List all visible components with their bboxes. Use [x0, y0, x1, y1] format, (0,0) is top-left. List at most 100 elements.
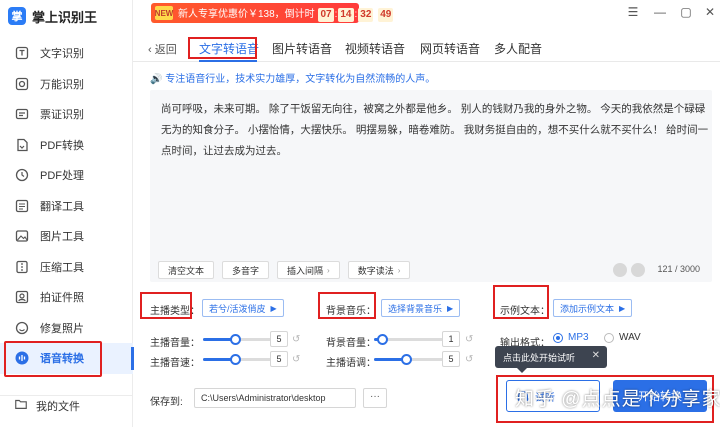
promo-message: 新人专享优惠价￥138，倒计时	[178, 8, 315, 20]
tab-multi-voice[interactable]: 多人配音	[494, 40, 542, 57]
format-wav-label: WAV	[619, 332, 641, 343]
sidebar-item[interactable]: PDF转换	[0, 130, 133, 161]
sidebar: 掌 掌上识别王 文字识别万能识别票证识别 PDF转换 PDF处理翻译工具图片工具压缩…	[0, 0, 134, 427]
reset-icon[interactable]: ↺	[465, 354, 476, 365]
translate-icon	[14, 198, 30, 214]
format-wav-radio[interactable]: WAV	[604, 332, 641, 343]
back-button[interactable]: ‹ 返回	[148, 41, 177, 57]
volume-value[interactable]: 5	[270, 331, 288, 347]
promo-badge: NEW	[155, 6, 173, 20]
speed-value[interactable]: 5	[270, 351, 288, 367]
minimize-icon[interactable]: —	[652, 4, 668, 20]
reset-icon[interactable]: ↺	[465, 334, 476, 345]
tab-text-to-speech[interactable]: 文字转语音	[199, 40, 259, 57]
voice-type-value: 若兮/活泼俏皮	[209, 303, 266, 314]
sidebar-nav: 文字识别万能识别票证识别 PDF转换 PDF处理翻译工具图片工具压缩工具拍证件照修复…	[0, 38, 134, 374]
sidebar-item-label: 拍证件照	[40, 292, 84, 305]
pitch-label: 主播语调：	[326, 358, 376, 369]
preview-button[interactable]: 试听	[506, 380, 600, 412]
sidebar-item-label: PDF转换	[40, 139, 84, 152]
editor-tool-button[interactable]: 插入间隔 ›	[277, 261, 340, 279]
editor-tool-button[interactable]: 多音字	[222, 261, 270, 279]
sidebar-item[interactable]: 语音转换	[0, 343, 134, 374]
tab-webpage-to-speech[interactable]: 网页转语音	[420, 40, 480, 57]
sample-text-button[interactable]: 添加示例文本 ▶	[553, 299, 633, 317]
sidebar-item[interactable]: 翻译工具	[0, 191, 133, 222]
pitch-value[interactable]: 5	[442, 351, 460, 367]
volume-label: 主播音量：	[150, 338, 200, 349]
undo-icon[interactable]	[613, 263, 627, 277]
sidebar-item[interactable]: 图片工具	[0, 221, 133, 252]
bgm-select[interactable]: 选择背景音乐 ▶	[381, 299, 461, 317]
sidebar-item-label: 翻译工具	[40, 200, 84, 213]
pitch-slider[interactable]	[374, 353, 444, 365]
back-label: 返回	[154, 44, 177, 56]
preview-tooltip: 点击此处开始试听 ✕	[495, 346, 607, 373]
sidebar-item[interactable]: PDF处理	[0, 160, 133, 191]
editor-tool-label: 数字读法	[357, 265, 394, 276]
sidebar-item[interactable]: 修复照片	[0, 313, 133, 344]
caret-right-icon: ▶	[447, 303, 454, 313]
promo-banner[interactable]: NEW 新人专享优惠价￥138，倒计时 07:14:32:49	[151, 3, 394, 23]
editor-toolbar: 清空文本 多音字 插入间隔 › 数字读法 ›	[158, 261, 418, 279]
app-title: 掌上识别王	[32, 9, 98, 25]
tab-image-to-speech[interactable]: 图片转语音	[272, 40, 332, 57]
sound-icon: 🔊	[150, 74, 166, 85]
sidebar-item[interactable]: 票证识别	[0, 99, 133, 130]
sidebar-item[interactable]: 文字识别	[0, 38, 133, 69]
ticket-scan-icon	[14, 106, 30, 122]
preview-label: 试听	[535, 392, 555, 404]
editor-content[interactable]: 尚可呼吸，未来可期。 除了干饭留无向往，被窝之外都是他乡。 别人的钱财乃我的身外…	[161, 99, 709, 162]
countdown-hours: 07	[318, 7, 334, 22]
promo-text: 新人专享优惠价￥138，倒计时 07:14:32:49	[178, 7, 394, 22]
char-counter: 121 / 3000	[657, 264, 700, 274]
sidebar-item[interactable]: 万能识别	[0, 69, 133, 100]
editor-tool-label: 多音字	[232, 265, 260, 276]
app-logo: 掌	[8, 7, 26, 25]
sidebar-item[interactable]: 压缩工具	[0, 252, 133, 283]
sidebar-item-label: 票证识别	[40, 109, 84, 122]
countdown-ms: 49	[378, 7, 394, 22]
redo-icon[interactable]	[631, 263, 645, 277]
chevron-right-icon: ›	[397, 265, 401, 275]
sidebar-item-label: 文字识别	[40, 48, 84, 61]
compress-icon	[14, 259, 30, 275]
close-icon[interactable]: ✕	[592, 350, 600, 361]
save-path-input[interactable]: C:\Users\Administrator\desktop	[194, 388, 356, 408]
editor-tool-button[interactable]: 数字读法 ›	[347, 261, 411, 279]
maximize-icon[interactable]: ▢	[678, 4, 694, 20]
chevron-left-icon: ‹	[148, 44, 155, 56]
volume-slider[interactable]	[203, 333, 273, 345]
editor-tool-label: 插入间隔	[287, 265, 324, 276]
browse-button[interactable]: ···	[363, 388, 387, 408]
format-mp3-radio[interactable]: MP3	[553, 332, 589, 343]
voice-type-select[interactable]: 若兮/活泼俏皮 ▶	[202, 299, 284, 317]
countdown-minutes: 14	[338, 7, 354, 22]
menu-icon[interactable]: ☰	[625, 4, 641, 20]
editor-tool-button[interactable]: 清空文本	[158, 261, 215, 279]
feature-tagline: 🔊 专注语音行业，技术实力雄厚，文字转化为自然流畅的人声。	[150, 70, 435, 85]
my-files-label: 我的文件	[36, 400, 80, 413]
sidebar-item-label: 语音转换	[40, 353, 84, 366]
caret-right-icon: ▶	[270, 303, 277, 313]
start-convert-button[interactable]: 开始转换	[613, 380, 707, 412]
reset-icon[interactable]: ↺	[292, 334, 303, 345]
text-editor[interactable]: 尚可呼吸，未来可期。 除了干饭留无向往，被窝之外都是他乡。 别人的钱财乃我的身外…	[150, 90, 712, 282]
my-files-link[interactable]: 我的文件	[0, 395, 133, 415]
sidebar-item-label: PDF处理	[40, 170, 84, 183]
reset-icon[interactable]: ↺	[292, 354, 303, 365]
sidebar-item[interactable]: 拍证件照	[0, 282, 133, 313]
bg-volume-value[interactable]: 1	[442, 331, 460, 347]
image-tools-icon	[14, 228, 30, 244]
bg-volume-label: 背景音量：	[326, 338, 376, 349]
sidebar-item-label: 修复照片	[40, 322, 84, 335]
close-icon[interactable]: ✕	[702, 4, 718, 20]
active-tab-indicator	[199, 60, 257, 62]
sidebar-item-label: 图片工具	[40, 231, 84, 244]
bg-volume-slider[interactable]	[374, 333, 444, 345]
sample-text-value: 添加示例文本	[560, 303, 615, 314]
tab-video-to-speech[interactable]: 视频转语音	[345, 40, 405, 57]
countdown-seconds: 32	[358, 7, 374, 22]
folder-icon	[14, 397, 28, 414]
speed-slider[interactable]	[203, 353, 273, 365]
